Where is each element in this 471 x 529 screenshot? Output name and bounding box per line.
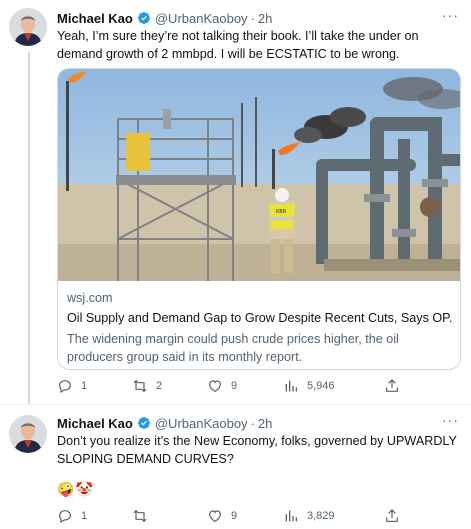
tweet[interactable]: Michael Kao @UrbanKaoboy · 2h ··· Yeah, … (0, 0, 471, 404)
card-title[interactable]: Oil Supply and Demand Gap to Grow Despit… (67, 311, 453, 325)
vest-label: KBR (276, 209, 287, 215)
tweet-text: Yeah, I’m sure they’re not talking their… (57, 29, 419, 61)
views-button[interactable]: 5,946 (283, 377, 335, 395)
reply-icon (59, 510, 71, 524)
author-name[interactable]: Michael Kao (57, 416, 133, 431)
tweet-actions: 1 9 3,829 (57, 507, 461, 525)
zany-face-emoji: 🤪 (57, 481, 75, 497)
author-handle[interactable]: @UrbanKaoboy (155, 11, 248, 26)
tweet-actions: 1 2 9 5,946 (57, 377, 461, 395)
reply-count: 1 (81, 380, 88, 392)
emoji-row: 🤪 🤡 (57, 481, 93, 498)
retweet-count: 2 (156, 380, 163, 392)
views-button[interactable]: 3,829 (283, 507, 335, 525)
reply-icon (59, 380, 71, 394)
card-description: The widening margin could push crude pri… (67, 332, 399, 364)
views-icon (285, 380, 297, 392)
author-handle[interactable]: @UrbanKaoboy (155, 416, 248, 431)
share-button[interactable] (384, 377, 400, 395)
share-button[interactable] (384, 507, 400, 525)
like-count: 9 (231, 380, 238, 392)
clown-face-emoji: 🤡 (75, 481, 93, 497)
like-icon (209, 510, 221, 523)
avatar[interactable] (9, 415, 47, 453)
avatar[interactable] (9, 8, 47, 46)
verified-icon (137, 417, 150, 429)
retweet-icon (133, 379, 147, 393)
link-card[interactable]: KBR wsj.com Oil Supply and Demand Gap to… (57, 68, 461, 370)
timestamp[interactable]: 2h (258, 416, 272, 431)
author-name[interactable]: Michael Kao (57, 11, 133, 26)
like-icon (209, 380, 221, 393)
tweet[interactable]: Michael Kao @UrbanKaoboy · 2h ··· Don’t … (0, 404, 471, 529)
tweet-text: Don’t you realize it’s the New Economy, … (57, 434, 457, 466)
reply-button[interactable]: 1 (57, 507, 87, 525)
timestamp[interactable]: 2h (258, 11, 272, 26)
like-button[interactable]: 9 (207, 377, 237, 395)
views-count: 5,946 (307, 380, 335, 392)
more-icon[interactable]: ··· (442, 412, 459, 428)
retweet-button[interactable]: 2 (132, 377, 162, 395)
retweet-button[interactable] (132, 507, 156, 525)
verified-icon (137, 12, 150, 24)
retweet-icon (133, 509, 147, 523)
card-image[interactable]: KBR (58, 69, 461, 281)
separator-dot: · (250, 10, 255, 26)
more-icon[interactable]: ··· (442, 7, 459, 23)
share-icon (386, 509, 398, 522)
like-button[interactable]: 9 (207, 507, 237, 525)
separator-dot: · (250, 415, 255, 431)
like-count: 9 (231, 510, 238, 522)
reply-button[interactable]: 1 (57, 377, 87, 395)
reply-count: 1 (81, 510, 88, 522)
views-count: 3,829 (307, 510, 335, 522)
views-icon (285, 510, 297, 522)
share-icon (386, 379, 398, 392)
card-domain[interactable]: wsj.com (67, 291, 112, 305)
